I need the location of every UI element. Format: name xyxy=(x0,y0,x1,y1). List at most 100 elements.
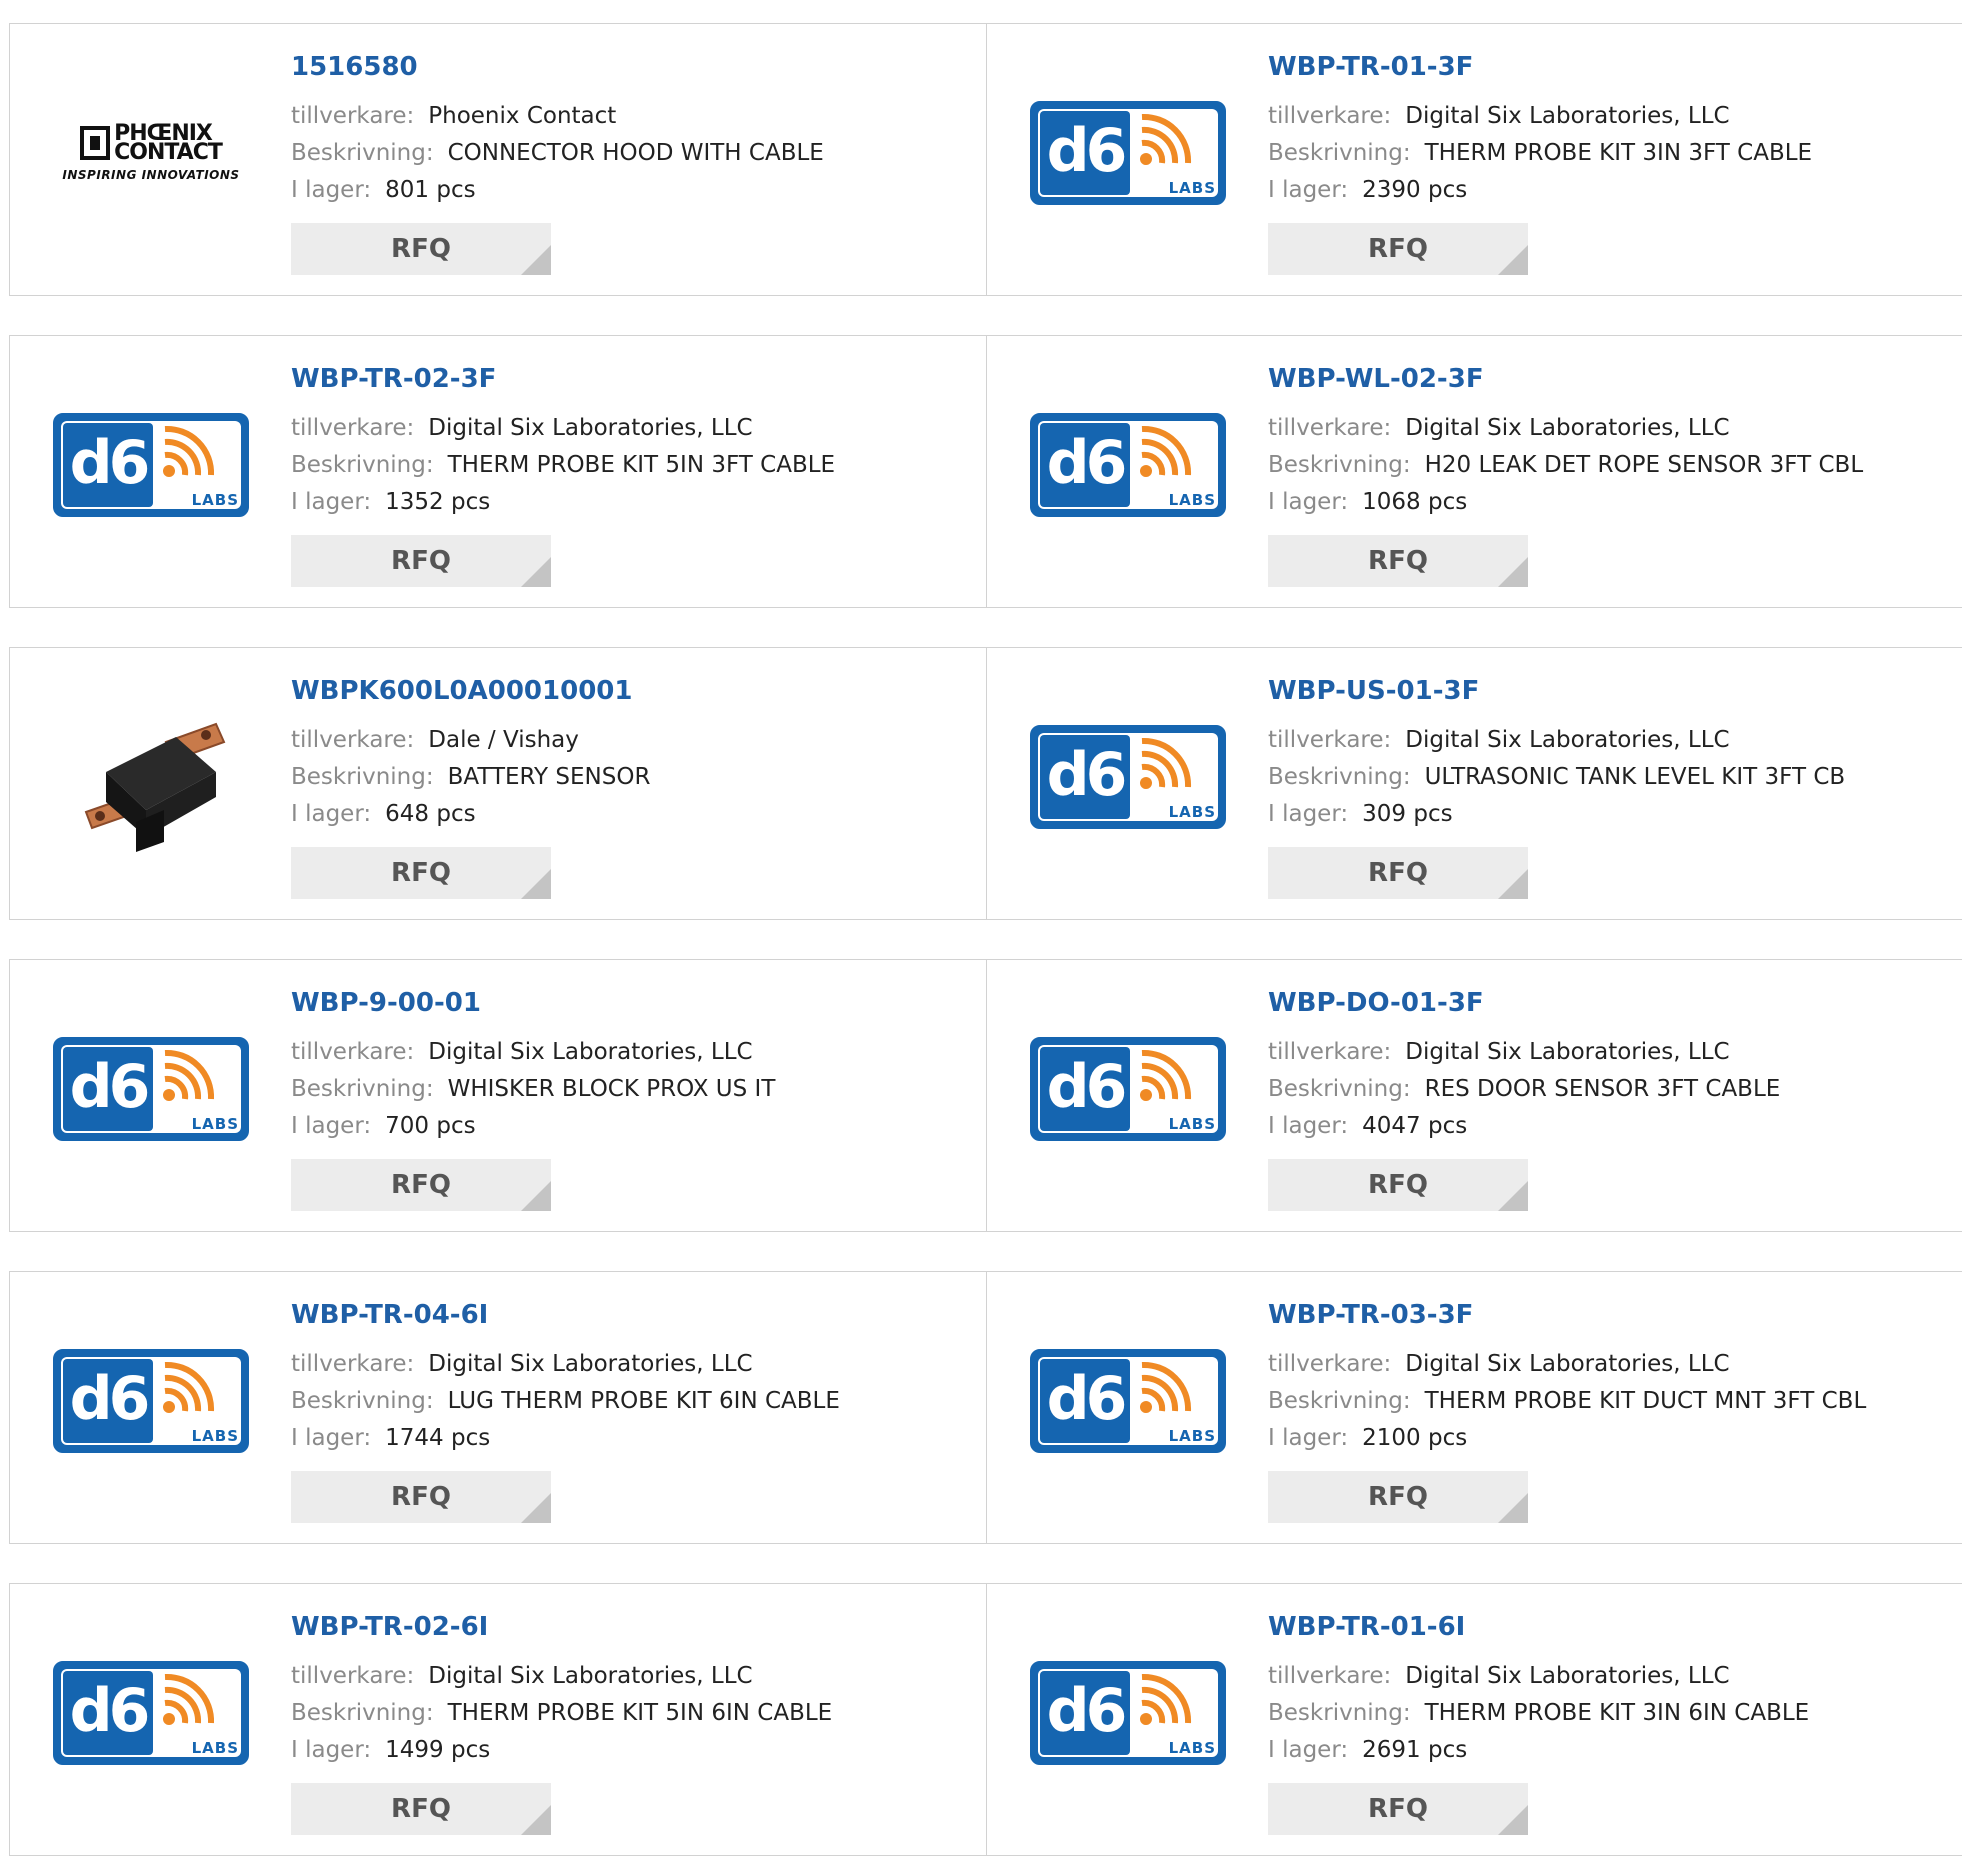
signal-icon xyxy=(163,1361,215,1413)
manufacturer-label: tillverkare: xyxy=(1268,1039,1392,1065)
rfq-button[interactable]: RFQ xyxy=(291,847,551,899)
manufacturer-row: tillverkare: Digital Six Laboratories, LL… xyxy=(1268,98,1953,135)
rfq-button[interactable]: RFQ xyxy=(1268,1471,1528,1523)
product-image[interactable]: d6 LABS xyxy=(50,1347,252,1455)
description-row: Beskrivning: ULTRASONIC TANK LEVEL KIT 3F… xyxy=(1268,759,1953,796)
stock-label: I lager: xyxy=(1268,1425,1349,1451)
manufacturer-value: Digital Six Laboratories, LLC xyxy=(1405,1663,1730,1689)
d6-logo-mark: d6 xyxy=(1040,1047,1130,1131)
manufacturer-value: Digital Six Laboratories, LLC xyxy=(1405,727,1730,753)
description-label: Beskrivning: xyxy=(1268,764,1411,790)
stock-value: 1499 pcs xyxy=(385,1737,491,1763)
manufacturer-value: Digital Six Laboratories, LLC xyxy=(1405,1351,1730,1377)
rfq-button[interactable]: RFQ xyxy=(291,1783,551,1835)
product-image[interactable]: d6 LABS xyxy=(1027,99,1229,207)
part-number-link[interactable]: WBP-TR-02-3F xyxy=(291,364,976,394)
rfq-button[interactable]: RFQ xyxy=(1268,1159,1528,1211)
description-label: Beskrivning: xyxy=(291,1700,434,1726)
rfq-button[interactable]: RFQ xyxy=(1268,535,1528,587)
product-image[interactable]: d6 LABS xyxy=(1027,1347,1229,1455)
part-number-link[interactable]: WBP-9-00-01 xyxy=(291,988,976,1018)
stock-row: I lager: 648 pcs xyxy=(291,796,976,833)
signal-icon xyxy=(163,1049,215,1101)
product-card: WBPK600L0A00010001 tillverkare: Dale / Vis… xyxy=(9,647,987,920)
d6-labs-logo: d6 LABS xyxy=(1030,1661,1226,1765)
manufacturer-value: Phoenix Contact xyxy=(428,103,617,129)
description-row: Beskrivning: THERM PROBE KIT 5IN 3FT CABL… xyxy=(291,447,976,484)
description-label: Beskrivning: xyxy=(1268,452,1411,478)
rfq-button[interactable]: RFQ xyxy=(291,1159,551,1211)
product-image[interactable]: d6 LABS xyxy=(50,1035,252,1143)
description-value: THERM PROBE KIT 3IN 6IN CABLE xyxy=(1424,1700,1810,1726)
product-image[interactable] xyxy=(50,722,252,852)
description-value: ULTRASONIC TANK LEVEL KIT 3FT CB xyxy=(1424,764,1846,790)
stock-label: I lager: xyxy=(291,801,372,827)
part-number-link[interactable]: WBP-US-01-3F xyxy=(1268,676,1953,706)
manufacturer-row: tillverkare: Digital Six Laboratories, LL… xyxy=(291,1658,976,1695)
part-number-link[interactable]: WBP-TR-02-6I xyxy=(291,1612,976,1642)
stock-row: I lager: 801 pcs xyxy=(291,172,976,209)
part-number-link[interactable]: 1516580 xyxy=(291,52,976,82)
stock-row: I lager: 1352 pcs xyxy=(291,484,976,521)
description-label: Beskrivning: xyxy=(1268,1076,1411,1102)
stock-row: I lager: 2100 pcs xyxy=(1268,1420,1953,1457)
signal-icon xyxy=(1140,425,1192,477)
product-image[interactable]: d6 LABS xyxy=(1027,411,1229,519)
description-row: Beskrivning: BATTERY SENSOR xyxy=(291,759,976,796)
product-card: d6 LABS WBP-TR-03-3F tillverkare: Digital … xyxy=(986,1271,1962,1544)
rfq-button[interactable]: RFQ xyxy=(1268,223,1528,275)
signal-icon xyxy=(1140,737,1192,789)
stock-label: I lager: xyxy=(291,1113,372,1139)
manufacturer-row: tillverkare: Dale / Vishay xyxy=(291,722,976,759)
signal-icon xyxy=(1140,1049,1192,1101)
manufacturer-value: Digital Six Laboratories, LLC xyxy=(428,1663,753,1689)
product-card: d6 LABS WBP-TR-01-3F tillverkare: Digital … xyxy=(986,23,1962,296)
description-label: Beskrivning: xyxy=(291,452,434,478)
stock-value: 2691 pcs xyxy=(1362,1737,1468,1763)
rfq-button[interactable]: RFQ xyxy=(291,535,551,587)
manufacturer-label: tillverkare: xyxy=(291,727,415,753)
manufacturer-row: tillverkare: Digital Six Laboratories, LL… xyxy=(291,1346,976,1383)
manufacturer-label: tillverkare: xyxy=(1268,103,1392,129)
product-image[interactable]: d6 LABS xyxy=(50,411,252,519)
product-image[interactable]: d6 LABS xyxy=(50,1659,252,1767)
description-row: Beskrivning: RES DOOR SENSOR 3FT CABLE xyxy=(1268,1071,1953,1108)
part-number-link[interactable]: WBP-TR-04-6I xyxy=(291,1300,976,1330)
product-image[interactable]: d6 LABS xyxy=(1027,723,1229,831)
part-number-link[interactable]: WBPK600L0A00010001 xyxy=(291,676,976,706)
stock-row: I lager: 2691 pcs xyxy=(1268,1732,1953,1769)
manufacturer-value: Dale / Vishay xyxy=(428,727,579,753)
phoenix-contact-logo: PHŒNIX CONTACT INSPIRING INNOVATIONS xyxy=(50,123,252,183)
rfq-button[interactable]: RFQ xyxy=(291,223,551,275)
product-image[interactable]: d6 LABS xyxy=(1027,1035,1229,1143)
description-value: CONNECTOR HOOD WITH CABLE xyxy=(447,140,824,166)
product-image[interactable]: d6 LABS xyxy=(1027,1659,1229,1767)
part-number-link[interactable]: WBP-WL-02-3F xyxy=(1268,364,1953,394)
part-number-link[interactable]: WBP-DO-01-3F xyxy=(1268,988,1953,1018)
stock-label: I lager: xyxy=(1268,1737,1349,1763)
product-image[interactable]: PHŒNIX CONTACT INSPIRING INNOVATIONS xyxy=(50,99,252,207)
part-number-link[interactable]: WBP-TR-03-3F xyxy=(1268,1300,1953,1330)
stock-value: 4047 pcs xyxy=(1362,1113,1468,1139)
signal-icon xyxy=(1140,113,1192,165)
description-label: Beskrivning: xyxy=(1268,1700,1411,1726)
product-card: d6 LABS WBP-TR-04-6I tillverkare: Digital … xyxy=(9,1271,987,1544)
d6-logo-mark: d6 xyxy=(63,423,153,507)
signal-icon xyxy=(1140,1361,1192,1413)
stock-value: 1744 pcs xyxy=(385,1425,491,1451)
stock-row: I lager: 309 pcs xyxy=(1268,796,1953,833)
rfq-button[interactable]: RFQ xyxy=(1268,847,1528,899)
product-card: PHŒNIX CONTACT INSPIRING INNOVATIONS 151… xyxy=(9,23,987,296)
manufacturer-label: tillverkare: xyxy=(1268,415,1392,441)
manufacturer-row: tillverkare: Digital Six Laboratories, LL… xyxy=(1268,410,1953,447)
d6-labs-logo: d6 LABS xyxy=(1030,1349,1226,1453)
part-number-link[interactable]: WBP-TR-01-6I xyxy=(1268,1612,1953,1642)
rfq-button[interactable]: RFQ xyxy=(1268,1783,1528,1835)
part-number-link[interactable]: WBP-TR-01-3F xyxy=(1268,52,1953,82)
product-card: d6 LABS WBP-WL-02-3F tillverkare: Digital … xyxy=(986,335,1962,608)
product-card: d6 LABS WBP-TR-01-6I tillverkare: Digital … xyxy=(986,1583,1962,1856)
d6-logo-labs: LABS xyxy=(191,1115,239,1133)
d6-labs-logo: d6 LABS xyxy=(53,1349,249,1453)
rfq-button[interactable]: RFQ xyxy=(291,1471,551,1523)
manufacturer-label: tillverkare: xyxy=(291,415,415,441)
